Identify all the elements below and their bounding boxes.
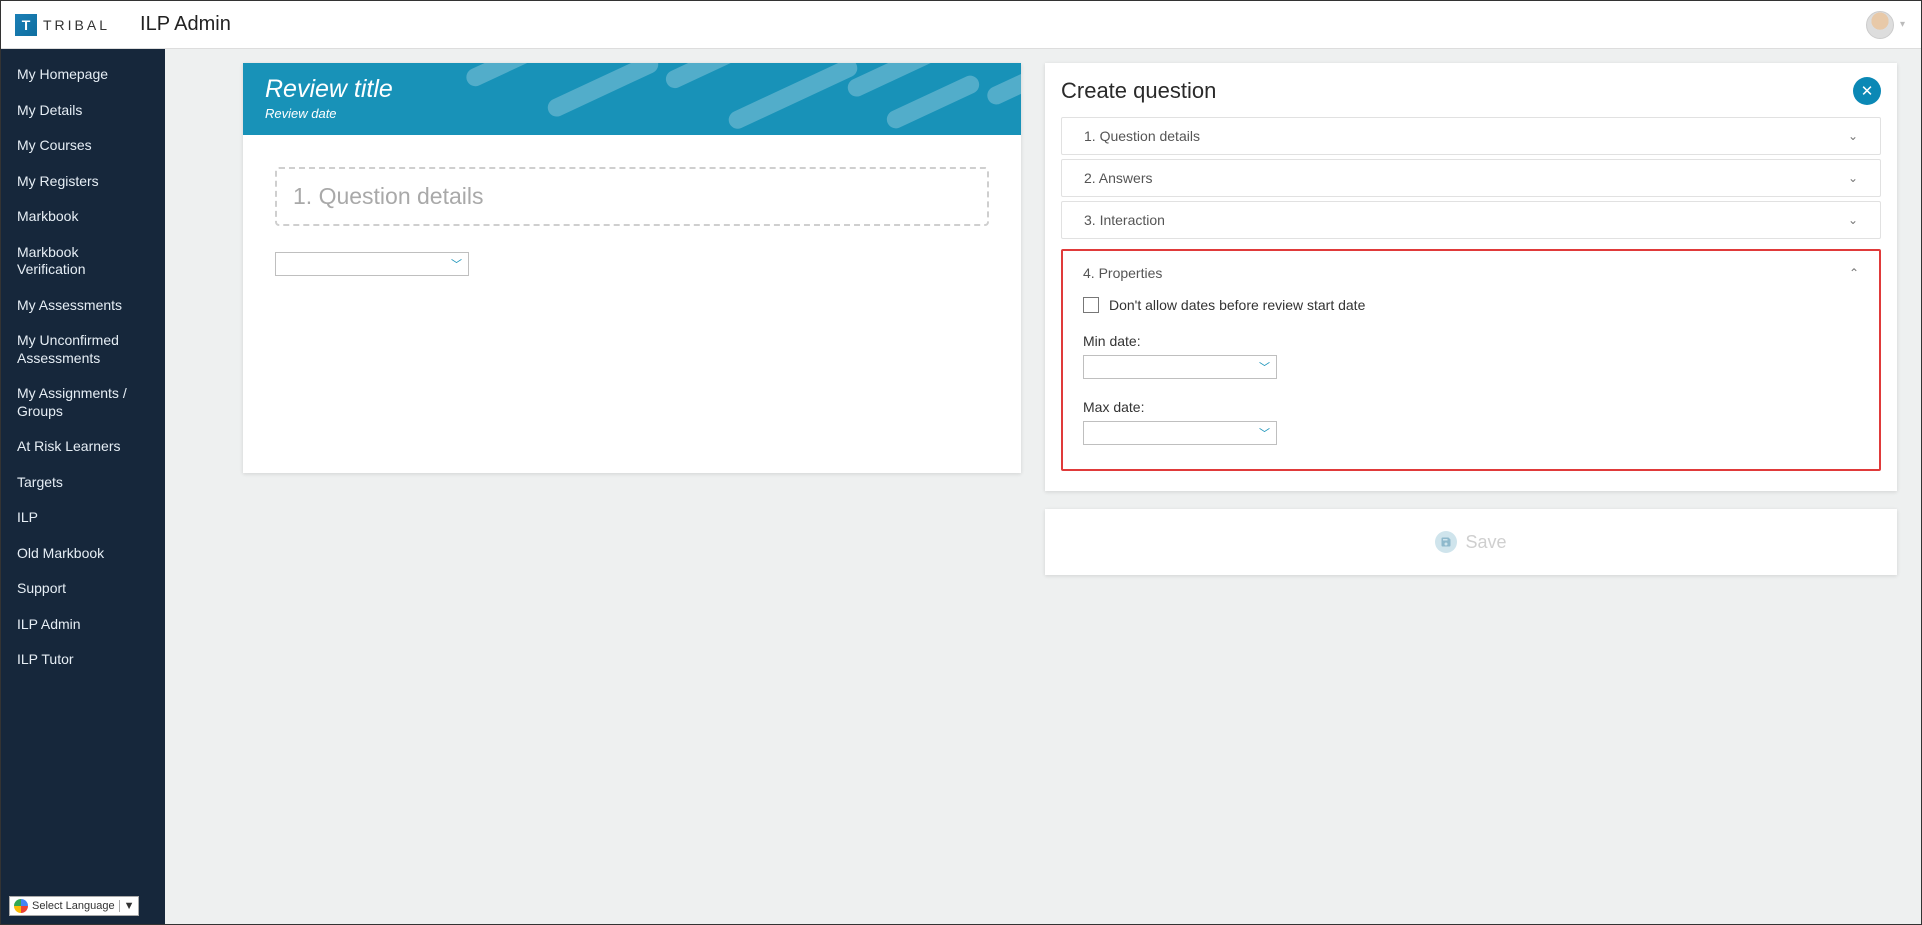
step-interaction[interactable]: 3. Interaction ⌄ [1061,201,1881,239]
header: T TRIBAL ILP Admin ▾ [1,1,1921,49]
step-answers[interactable]: 2. Answers ⌄ [1061,159,1881,197]
sidebar-item-my-courses[interactable]: My Courses [1,128,165,164]
sidebar-item-my-assessments[interactable]: My Assessments [1,288,165,324]
save-disk-icon [1435,531,1457,553]
sidebar-item-ilp-tutor[interactable]: ILP Tutor [1,642,165,678]
review-title: Review title [265,75,999,104]
sidebar-item-my-details[interactable]: My Details [1,93,165,129]
min-date-label: Min date: [1083,333,1859,349]
chevron-down-icon: ﹀ [1259,425,1270,441]
max-date-input[interactable]: ﹀ [1083,421,1277,445]
dont-allow-dates-checkbox[interactable] [1083,297,1099,313]
step-question-details[interactable]: 1. Question details ⌄ [1061,117,1881,155]
avatar-menu-chevron-icon[interactable]: ▾ [1900,19,1905,30]
step-properties: 4. Properties ⌃ Don't allow dates before… [1061,249,1881,471]
step-label: 4. Properties [1083,265,1162,281]
save-label: Save [1465,532,1506,553]
chevron-down-icon: ▼ [119,900,135,912]
review-date: Review date [265,106,999,121]
sidebar-item-targets[interactable]: Targets [1,465,165,501]
sidebar-item-my-assignments-groups[interactable]: My Assignments / Groups [1,376,165,429]
sidebar-item-old-markbook[interactable]: Old Markbook [1,536,165,572]
chevron-up-icon: ⌃ [1849,266,1859,280]
save-button[interactable]: Save [1045,509,1897,575]
avatar[interactable] [1866,11,1894,39]
sidebar-item-support[interactable]: Support [1,571,165,607]
sidebar-item-markbook-verification[interactable]: Markbook Verification [1,235,165,288]
sidebar-item-ilp[interactable]: ILP [1,500,165,536]
sidebar: My Homepage My Details My Courses My Reg… [1,49,165,924]
chevron-down-icon: ﹀ [451,256,462,272]
chevron-down-icon: ⌄ [1848,129,1858,143]
language-selector-label: Select Language [32,900,115,912]
sidebar-item-markbook[interactable]: Markbook [1,199,165,235]
close-button[interactable]: ✕ [1853,77,1881,105]
sidebar-item-at-risk-learners[interactable]: At Risk Learners [1,429,165,465]
sidebar-item-ilp-admin[interactable]: ILP Admin [1,607,165,643]
page-title: ILP Admin [140,13,231,36]
close-icon: ✕ [1861,82,1874,100]
sidebar-item-my-homepage[interactable]: My Homepage [1,57,165,93]
sidebar-item-my-registers[interactable]: My Registers [1,164,165,200]
chevron-down-icon: ⌄ [1848,213,1858,227]
question-type-dropdown[interactable]: ﹀ [275,252,469,276]
main-content: Review title Review date 1. Question det… [165,49,1921,924]
create-question-panel: Create question ✕ 1. Question details ⌄ … [1045,63,1897,491]
dont-allow-dates-checkbox-row[interactable]: Don't allow dates before review start da… [1083,297,1859,313]
question-placeholder[interactable]: 1. Question details [275,167,989,226]
google-translate-icon [14,899,28,913]
min-date-input[interactable]: ﹀ [1083,355,1277,379]
panel-title: Create question [1061,78,1216,104]
review-preview-card: Review title Review date 1. Question det… [243,63,1021,473]
brand-text: TRIBAL [43,17,110,33]
chevron-down-icon: ⌄ [1848,171,1858,185]
checkbox-label: Don't allow dates before review start da… [1109,297,1365,313]
step-label: 3. Interaction [1084,212,1165,228]
brand-mark: T [15,14,37,36]
review-banner: Review title Review date [243,63,1021,135]
step-label: 1. Question details [1084,128,1200,144]
sidebar-item-my-unconfirmed-assessments[interactable]: My Unconfirmed Assessments [1,323,165,376]
language-selector[interactable]: Select Language ▼ [9,896,139,916]
step-properties-header[interactable]: 4. Properties ⌃ [1083,265,1859,291]
step-label: 2. Answers [1084,170,1152,186]
brand-logo: T TRIBAL [15,14,110,36]
chevron-down-icon: ﹀ [1259,359,1270,375]
max-date-label: Max date: [1083,399,1859,415]
